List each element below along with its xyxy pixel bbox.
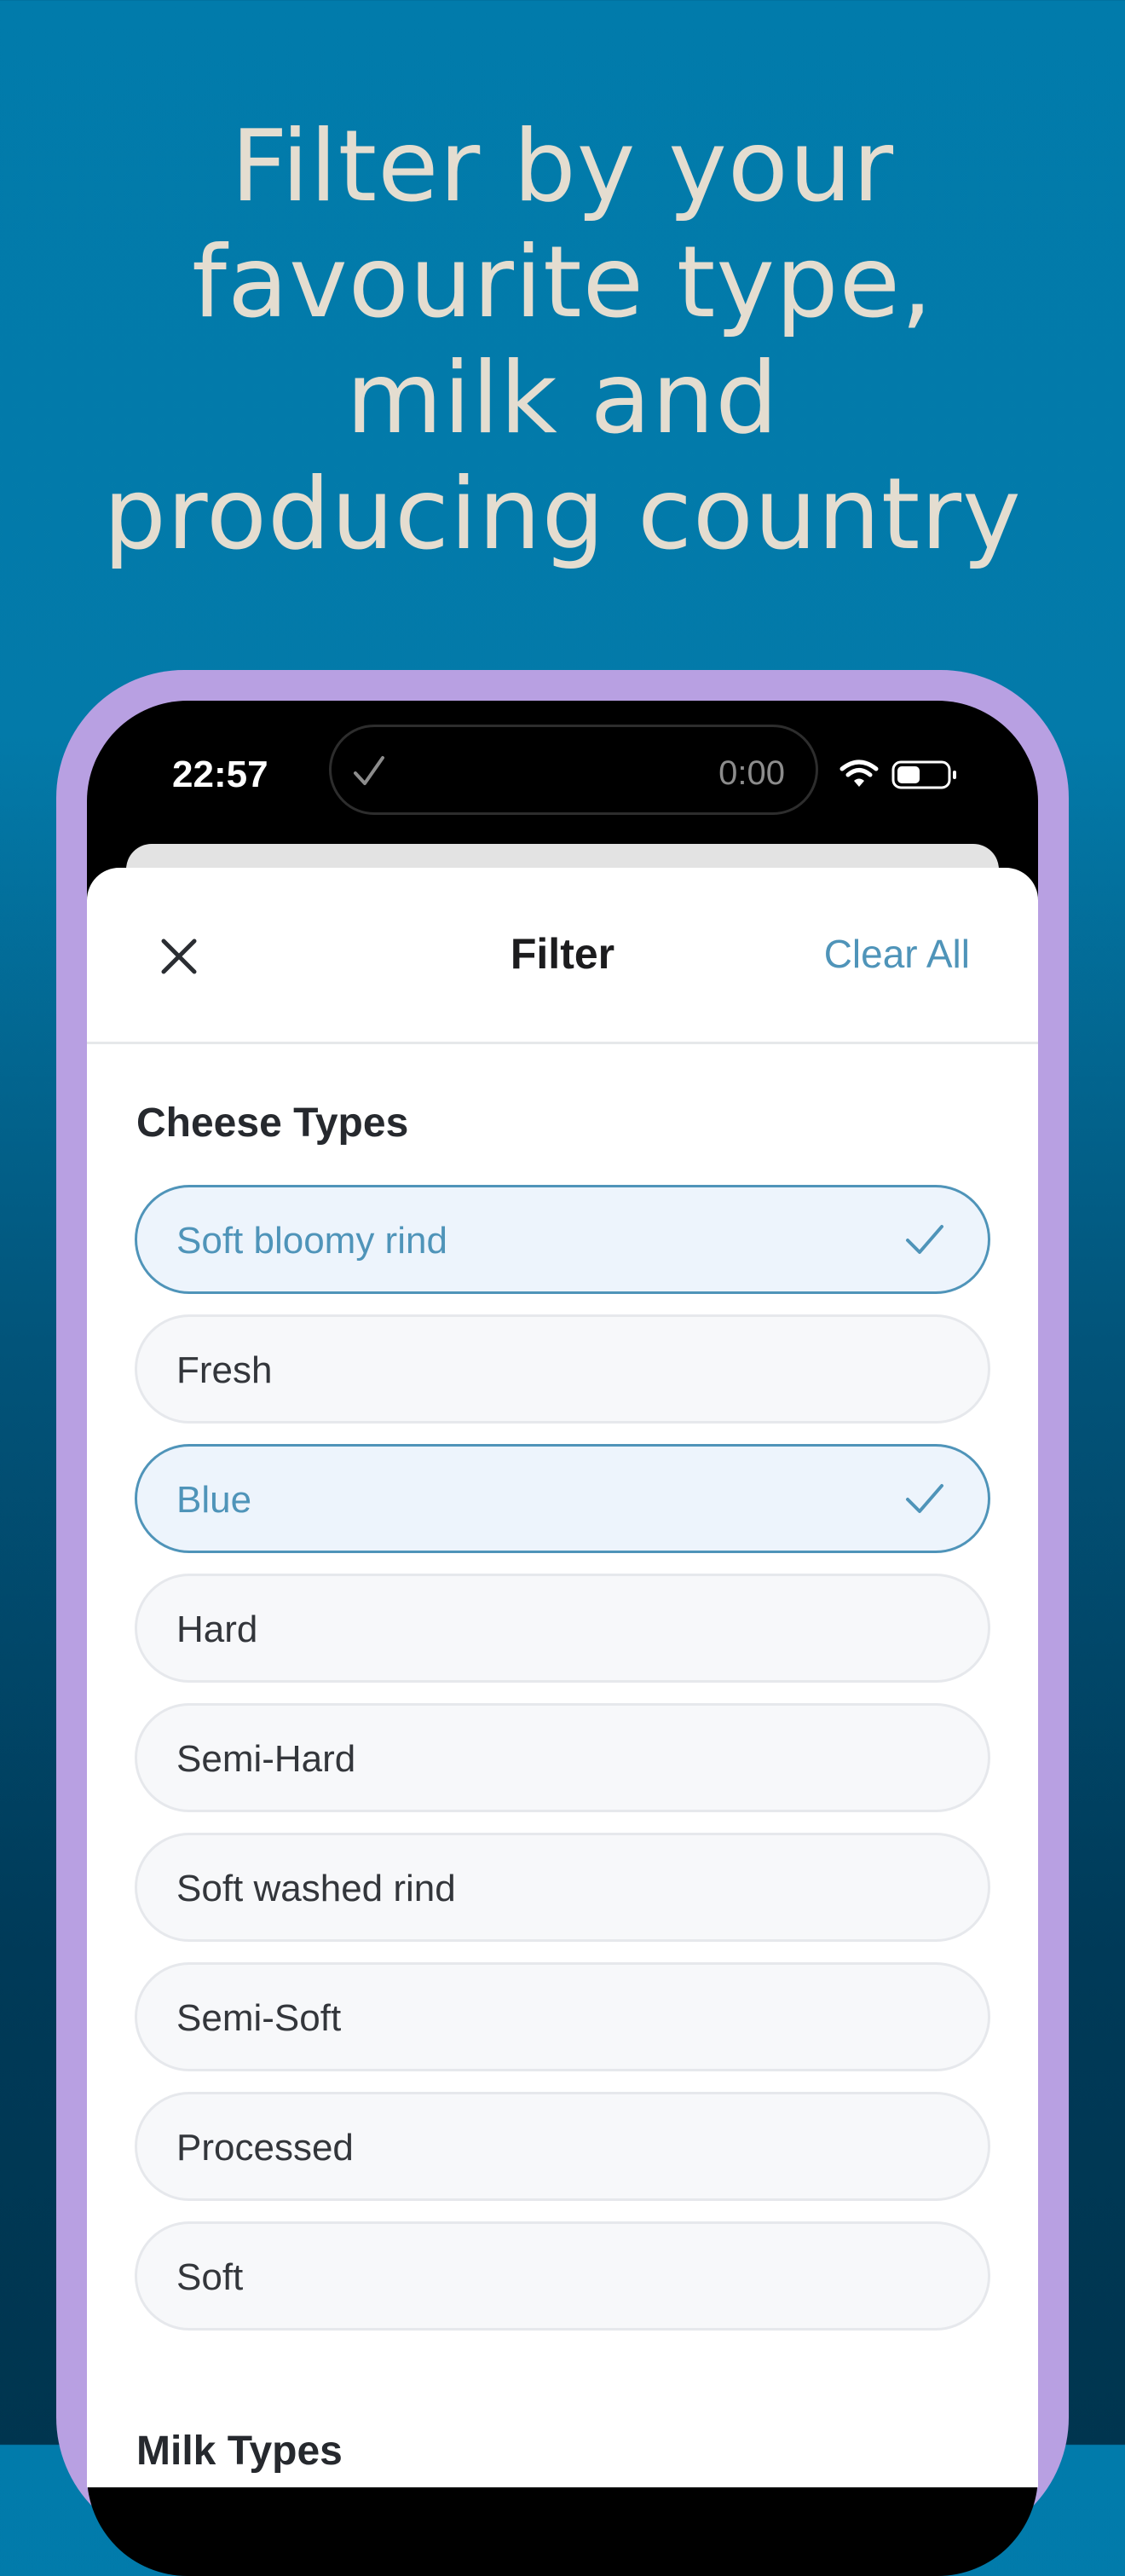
checkmark-icon — [906, 1484, 943, 1513]
battery-icon — [891, 760, 956, 789]
option-label: Soft — [176, 2256, 244, 2298]
option-blue[interactable]: Blue — [135, 1444, 990, 1553]
island-check-icon — [354, 756, 384, 785]
option-soft-bloomy-rind[interactable]: Soft bloomy rind — [135, 1185, 990, 1294]
option-processed[interactable]: Processed — [135, 2092, 990, 2201]
clear-all-button[interactable]: Clear All — [824, 931, 970, 977]
option-semi-hard[interactable]: Semi-Hard — [135, 1703, 990, 1812]
option-soft-washed-rind[interactable]: Soft washed rind — [135, 1833, 990, 1942]
sheet-header: Filter Clear All — [87, 868, 1038, 1044]
option-label: Soft bloomy rind — [176, 1220, 447, 1262]
island-timer: 0:00 — [718, 754, 785, 792]
option-fresh[interactable]: Fresh — [135, 1314, 990, 1424]
headline-line-2: favourite type, — [192, 225, 933, 340]
headline-line-3: milk and — [346, 341, 779, 456]
status-icons — [839, 760, 956, 789]
option-soft[interactable]: Soft — [135, 2221, 990, 2331]
headline: Filter by your favourite type, milk and … — [0, 109, 1125, 573]
dynamic-island: 0:00 — [329, 725, 818, 815]
option-label: Fresh — [176, 1349, 273, 1391]
milk-types-heading: Milk Types — [136, 2429, 343, 2474]
option-label: Processed — [176, 2127, 354, 2169]
option-label: Soft washed rind — [176, 1868, 456, 1909]
cheese-types-heading: Cheese Types — [136, 1100, 409, 1146]
filter-sheet: Filter Clear All Cheese Types Soft bloom… — [87, 868, 1038, 2487]
option-label: Semi-Soft — [176, 1997, 342, 2039]
option-hard[interactable]: Hard — [135, 1574, 990, 1683]
option-label: Hard — [176, 1609, 258, 1650]
wifi-icon — [839, 760, 879, 787]
headline-line-4: producing country — [103, 457, 1022, 572]
status-time: 22:57 — [172, 754, 268, 795]
option-label: Blue — [176, 1479, 252, 1521]
option-label: Semi-Hard — [176, 1738, 356, 1780]
cheese-type-options: Soft bloomy rind Fresh Blue Hard Semi-Ha… — [135, 1185, 990, 2351]
checkmark-icon — [906, 1225, 943, 1254]
headline-line-1: Filter by your — [230, 109, 895, 224]
option-semi-soft[interactable]: Semi-Soft — [135, 1962, 990, 2071]
